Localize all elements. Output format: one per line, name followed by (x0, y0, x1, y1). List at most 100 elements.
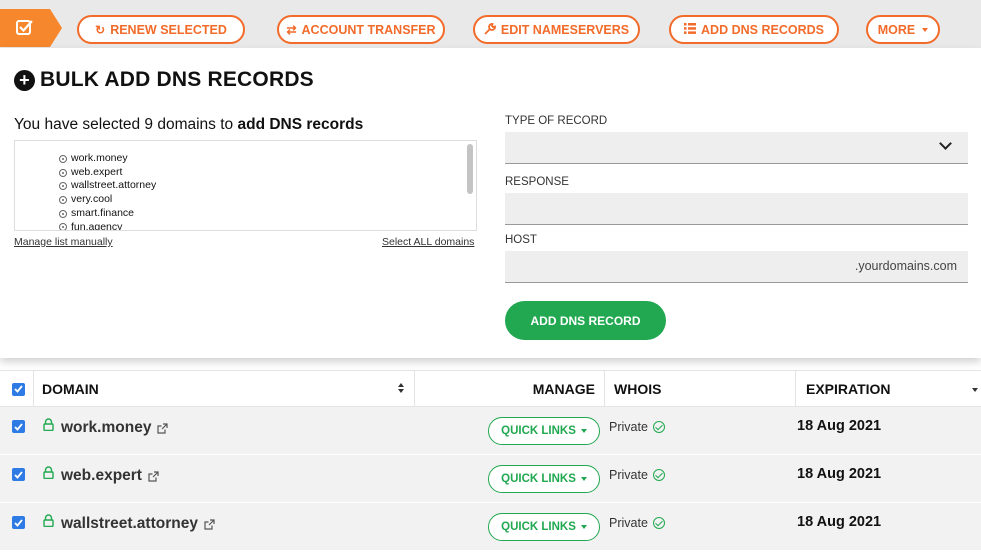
check-circle-icon (652, 469, 665, 481)
row-checkbox[interactable] (12, 420, 25, 433)
remove-circle-icon[interactable] (59, 209, 67, 218)
refresh-icon: ↻ (95, 22, 106, 37)
account-transfer-label: ACCOUNT TRANSFER (301, 22, 436, 37)
external-link-icon[interactable] (148, 470, 159, 482)
list-item[interactable]: smart.finance (59, 207, 156, 221)
list-scrollbar[interactable] (467, 144, 473, 194)
domain-column-header[interactable]: DOMAIN (42, 371, 412, 407)
checkbox-edit-icon (16, 20, 33, 35)
selection-summary-prefix: You have selected 9 domains to (14, 116, 238, 133)
lock-icon (43, 466, 54, 479)
manage-list-link[interactable]: Manage list manually (14, 236, 113, 248)
whois-status-text: Private (609, 420, 648, 434)
list-item-label: web.expert (71, 165, 123, 178)
select-all-domains-link[interactable]: Select ALL domains (382, 236, 474, 248)
expiration-column-header[interactable]: EXPIRATION (806, 371, 981, 407)
domain-name-text: web.expert (61, 467, 142, 484)
expiration-header-label: EXPIRATION (806, 381, 891, 397)
add-dns-record-button[interactable]: ADD DNS RECORD (505, 301, 666, 340)
list-item-label: fun.agency (71, 220, 123, 231)
lock-icon (43, 418, 54, 431)
quick-links-button[interactable]: QUICK LINKS (488, 417, 600, 445)
panel-title-text: BULK ADD DNS RECORDS (40, 68, 314, 91)
quick-links-label: QUICK LINKS (501, 425, 576, 437)
manage-header-label: MANAGE (532, 381, 595, 397)
remove-circle-icon[interactable] (59, 223, 67, 230)
expiration-date: 18 Aug 2021 (797, 418, 882, 434)
plus-circle-icon: + (14, 69, 35, 91)
type-of-record-label: TYPE OF RECORD (505, 115, 608, 127)
account-transfer-button[interactable]: ⇄ ACCOUNT TRANSFER (277, 15, 445, 44)
domain-header-label: DOMAIN (42, 381, 99, 397)
add-dns-records-label: ADD DNS RECORDS (701, 22, 824, 37)
selection-summary: You have selected 9 domains to add DNS r… (14, 116, 363, 134)
quick-links-label: QUICK LINKS (501, 473, 576, 485)
bulk-add-dns-panel: + BULK ADD DNS RECORDS You have selected… (0, 48, 981, 358)
external-link-icon[interactable] (204, 518, 215, 530)
caret-down-icon (580, 525, 587, 529)
table-row[interactable]: web.expert QUICK LINKS Private 18 Aug 20… (0, 455, 981, 503)
caret-down-icon (580, 429, 587, 433)
domain-name-link[interactable]: wallstreet.attorney (61, 515, 215, 533)
column-divider (604, 371, 605, 407)
whois-header-label: WHOIS (614, 381, 662, 397)
checkbox-checked-icon[interactable] (12, 382, 25, 396)
lock-icon (43, 514, 54, 527)
row-checkbox[interactable] (12, 468, 25, 481)
table-row[interactable]: work.money QUICK LINKS Private 18 Aug 20… (0, 407, 981, 455)
list-item[interactable]: web.expert (59, 166, 156, 180)
panel-title: + BULK ADD DNS RECORDS (14, 68, 314, 92)
column-divider (795, 371, 796, 407)
chevron-down-icon (939, 137, 952, 150)
remove-circle-icon[interactable] (59, 168, 67, 177)
domains-table-header: DOMAIN MANAGE WHOIS EXPIRATION (0, 370, 981, 407)
check-circle-icon (652, 421, 665, 433)
expiration-date: 18 Aug 2021 (797, 514, 882, 530)
host-suffix: .yourdomains.com (854, 259, 957, 273)
domain-name-text: wallstreet.attorney (61, 515, 198, 532)
response-input[interactable] (505, 193, 968, 225)
remove-circle-icon[interactable] (59, 154, 67, 163)
list-item-label: very.cool (71, 193, 113, 206)
selected-domains-list[interactable]: work.money web.expert wallstreet.attorne… (14, 140, 477, 231)
host-label: HOST (505, 234, 537, 246)
column-divider (33, 371, 34, 407)
sort-down-icon[interactable] (972, 388, 978, 392)
remove-circle-icon[interactable] (59, 182, 67, 191)
list-item[interactable]: wallstreet.attorney (59, 179, 156, 193)
renew-selected-label: RENEW SELECTED (110, 22, 227, 37)
caret-down-icon (580, 477, 587, 481)
row-checkbox[interactable] (12, 516, 25, 529)
transfer-arrows-icon: ⇄ (286, 22, 297, 37)
whois-status-text: Private (609, 468, 648, 482)
edit-nameservers-label: EDIT NAMESERVERS (500, 22, 630, 37)
quick-links-button[interactable]: QUICK LINKS (488, 513, 600, 541)
list-item[interactable]: fun.agency (59, 220, 156, 231)
add-dns-records-button[interactable]: ADD DNS RECORDS (669, 15, 839, 44)
bulk-action-toolbar: ↻ RENEW SELECTED ⇄ ACCOUNT TRANSFER EDIT… (0, 0, 981, 48)
expiration-date: 18 Aug 2021 (797, 466, 882, 482)
external-link-icon[interactable] (157, 422, 169, 434)
list-item-label: work.money (71, 152, 128, 164)
select-all-toggle[interactable] (0, 9, 62, 47)
remove-circle-icon[interactable] (59, 195, 67, 204)
sort-icon[interactable] (398, 383, 404, 395)
whois-column-header: WHOIS (614, 371, 661, 407)
domain-name-link[interactable]: work.money (61, 419, 169, 437)
quick-links-label: QUICK LINKS (501, 521, 576, 533)
domain-name-text: work.money (61, 419, 152, 436)
more-dropdown-button[interactable]: MORE (866, 15, 940, 44)
domain-name-link[interactable]: web.expert (61, 467, 159, 485)
renew-selected-button[interactable]: ↻ RENEW SELECTED (77, 15, 245, 44)
edit-nameservers-button[interactable]: EDIT NAMESERVERS (473, 15, 640, 44)
type-of-record-select[interactable] (505, 132, 968, 164)
list-item-label: wallstreet.attorney (71, 179, 157, 192)
table-row[interactable]: wallstreet.attorney QUICK LINKS Private … (0, 503, 981, 551)
header-select-all[interactable] (12, 371, 25, 407)
quick-links-button[interactable]: QUICK LINKS (488, 465, 600, 493)
host-input[interactable]: .yourdomains.com (505, 251, 968, 283)
list-item[interactable]: very.cool (59, 193, 156, 207)
list-item[interactable]: work.money (59, 152, 156, 166)
whois-status: Private (609, 420, 665, 434)
check-circle-icon (652, 517, 665, 529)
